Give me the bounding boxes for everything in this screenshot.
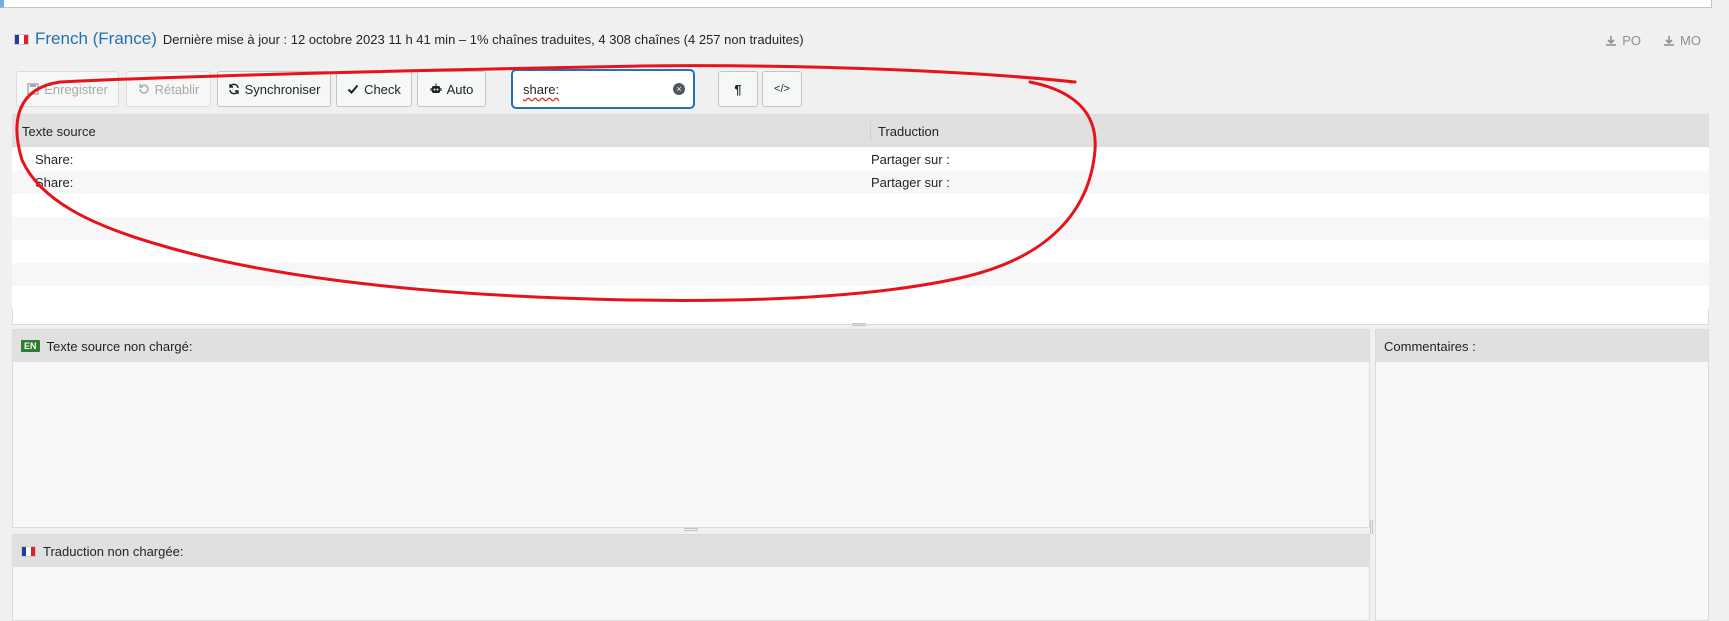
- translation-pane-title: Traduction non chargée:: [43, 543, 184, 559]
- column-header-source[interactable]: Texte source: [22, 115, 96, 147]
- top-notice-bar: [0, 0, 1712, 8]
- download-icon: [1664, 35, 1675, 46]
- empty-row: [12, 194, 1709, 217]
- source-pane: EN Texte source non chargé:: [12, 329, 1370, 528]
- checkmark-icon: [347, 84, 359, 94]
- france-flag-icon: [14, 33, 29, 45]
- row-source-text: Share:: [35, 175, 74, 190]
- sync-label: Synchroniser: [244, 81, 321, 97]
- empty-row: [12, 240, 1709, 263]
- sync-icon: [228, 83, 239, 95]
- robot-icon: [430, 83, 442, 93]
- check-label: Check: [364, 81, 401, 97]
- download-mo-link[interactable]: MO: [1663, 33, 1701, 48]
- empty-row: [12, 286, 1709, 309]
- source-pane-title: Texte source non chargé:: [46, 338, 193, 354]
- comments-pane-header: Commentaires :: [1376, 330, 1708, 362]
- revert-button[interactable]: Rétablir: [126, 71, 211, 107]
- table-row[interactable]: Share: Partager sur :: [12, 148, 1709, 171]
- save-icon: [27, 83, 39, 95]
- sync-button[interactable]: Synchroniser: [217, 71, 331, 107]
- strings-table-header: Texte source Traduction: [12, 115, 1709, 147]
- translation-pane-header: Traduction non chargée:: [13, 535, 1369, 567]
- language-name-link[interactable]: French (France): [35, 29, 157, 49]
- france-flag-icon: [21, 545, 36, 557]
- download-links: PO MO: [1605, 33, 1701, 48]
- source-pane-header: EN Texte source non chargé:: [13, 330, 1369, 362]
- download-po-link[interactable]: PO: [1605, 33, 1641, 48]
- auto-translate-button[interactable]: Auto: [417, 71, 486, 107]
- row-source-text: Share:: [35, 152, 74, 167]
- clear-search-icon[interactable]: ×: [673, 83, 685, 95]
- strings-table-body: Share: Partager sur : Share: Partager su…: [12, 148, 1709, 309]
- save-label: Enregistrer: [44, 81, 108, 97]
- check-button[interactable]: Check: [336, 71, 412, 107]
- column-resize-handle[interactable]: [1370, 520, 1373, 534]
- invisibles-toggle-button[interactable]: ¶: [718, 71, 758, 107]
- table-row[interactable]: Share: Partager sur :: [12, 171, 1709, 194]
- search-input[interactable]: share: ×: [512, 70, 694, 108]
- language-header: French (France) Dernière mise à jour : 1…: [14, 28, 804, 50]
- comments-pane-title: Commentaires :: [1384, 338, 1476, 354]
- code-icon: </>: [774, 83, 790, 95]
- code-view-toggle-button[interactable]: </>: [762, 71, 802, 107]
- comments-pane: Commentaires :: [1375, 329, 1709, 621]
- empty-row: [12, 217, 1709, 240]
- save-button[interactable]: Enregistrer: [16, 71, 119, 107]
- table-resize-handle[interactable]: [852, 323, 866, 326]
- undo-icon: [138, 84, 149, 94]
- update-meta: Dernière mise à jour : 12 octobre 2023 1…: [162, 31, 804, 47]
- row-translation-text: Partager sur :: [871, 152, 950, 167]
- revert-label: Rétablir: [154, 81, 200, 97]
- pane-resize-handle[interactable]: [684, 528, 698, 531]
- column-header-translation[interactable]: Traduction: [870, 121, 939, 141]
- pilcrow-icon: ¶: [734, 81, 742, 97]
- editor-toolbar: Enregistrer Rétablir Synchroniser Check …: [12, 64, 1709, 115]
- search-value: share:: [523, 81, 560, 97]
- download-mo-label: MO: [1680, 33, 1701, 48]
- row-translation-text: Partager sur :: [871, 175, 950, 190]
- download-po-label: PO: [1622, 33, 1642, 48]
- download-icon: [1606, 35, 1617, 46]
- english-flag-icon: EN: [21, 340, 40, 352]
- empty-row: [12, 263, 1709, 286]
- translation-pane: Traduction non chargée:: [12, 534, 1370, 621]
- auto-label: Auto: [446, 81, 474, 97]
